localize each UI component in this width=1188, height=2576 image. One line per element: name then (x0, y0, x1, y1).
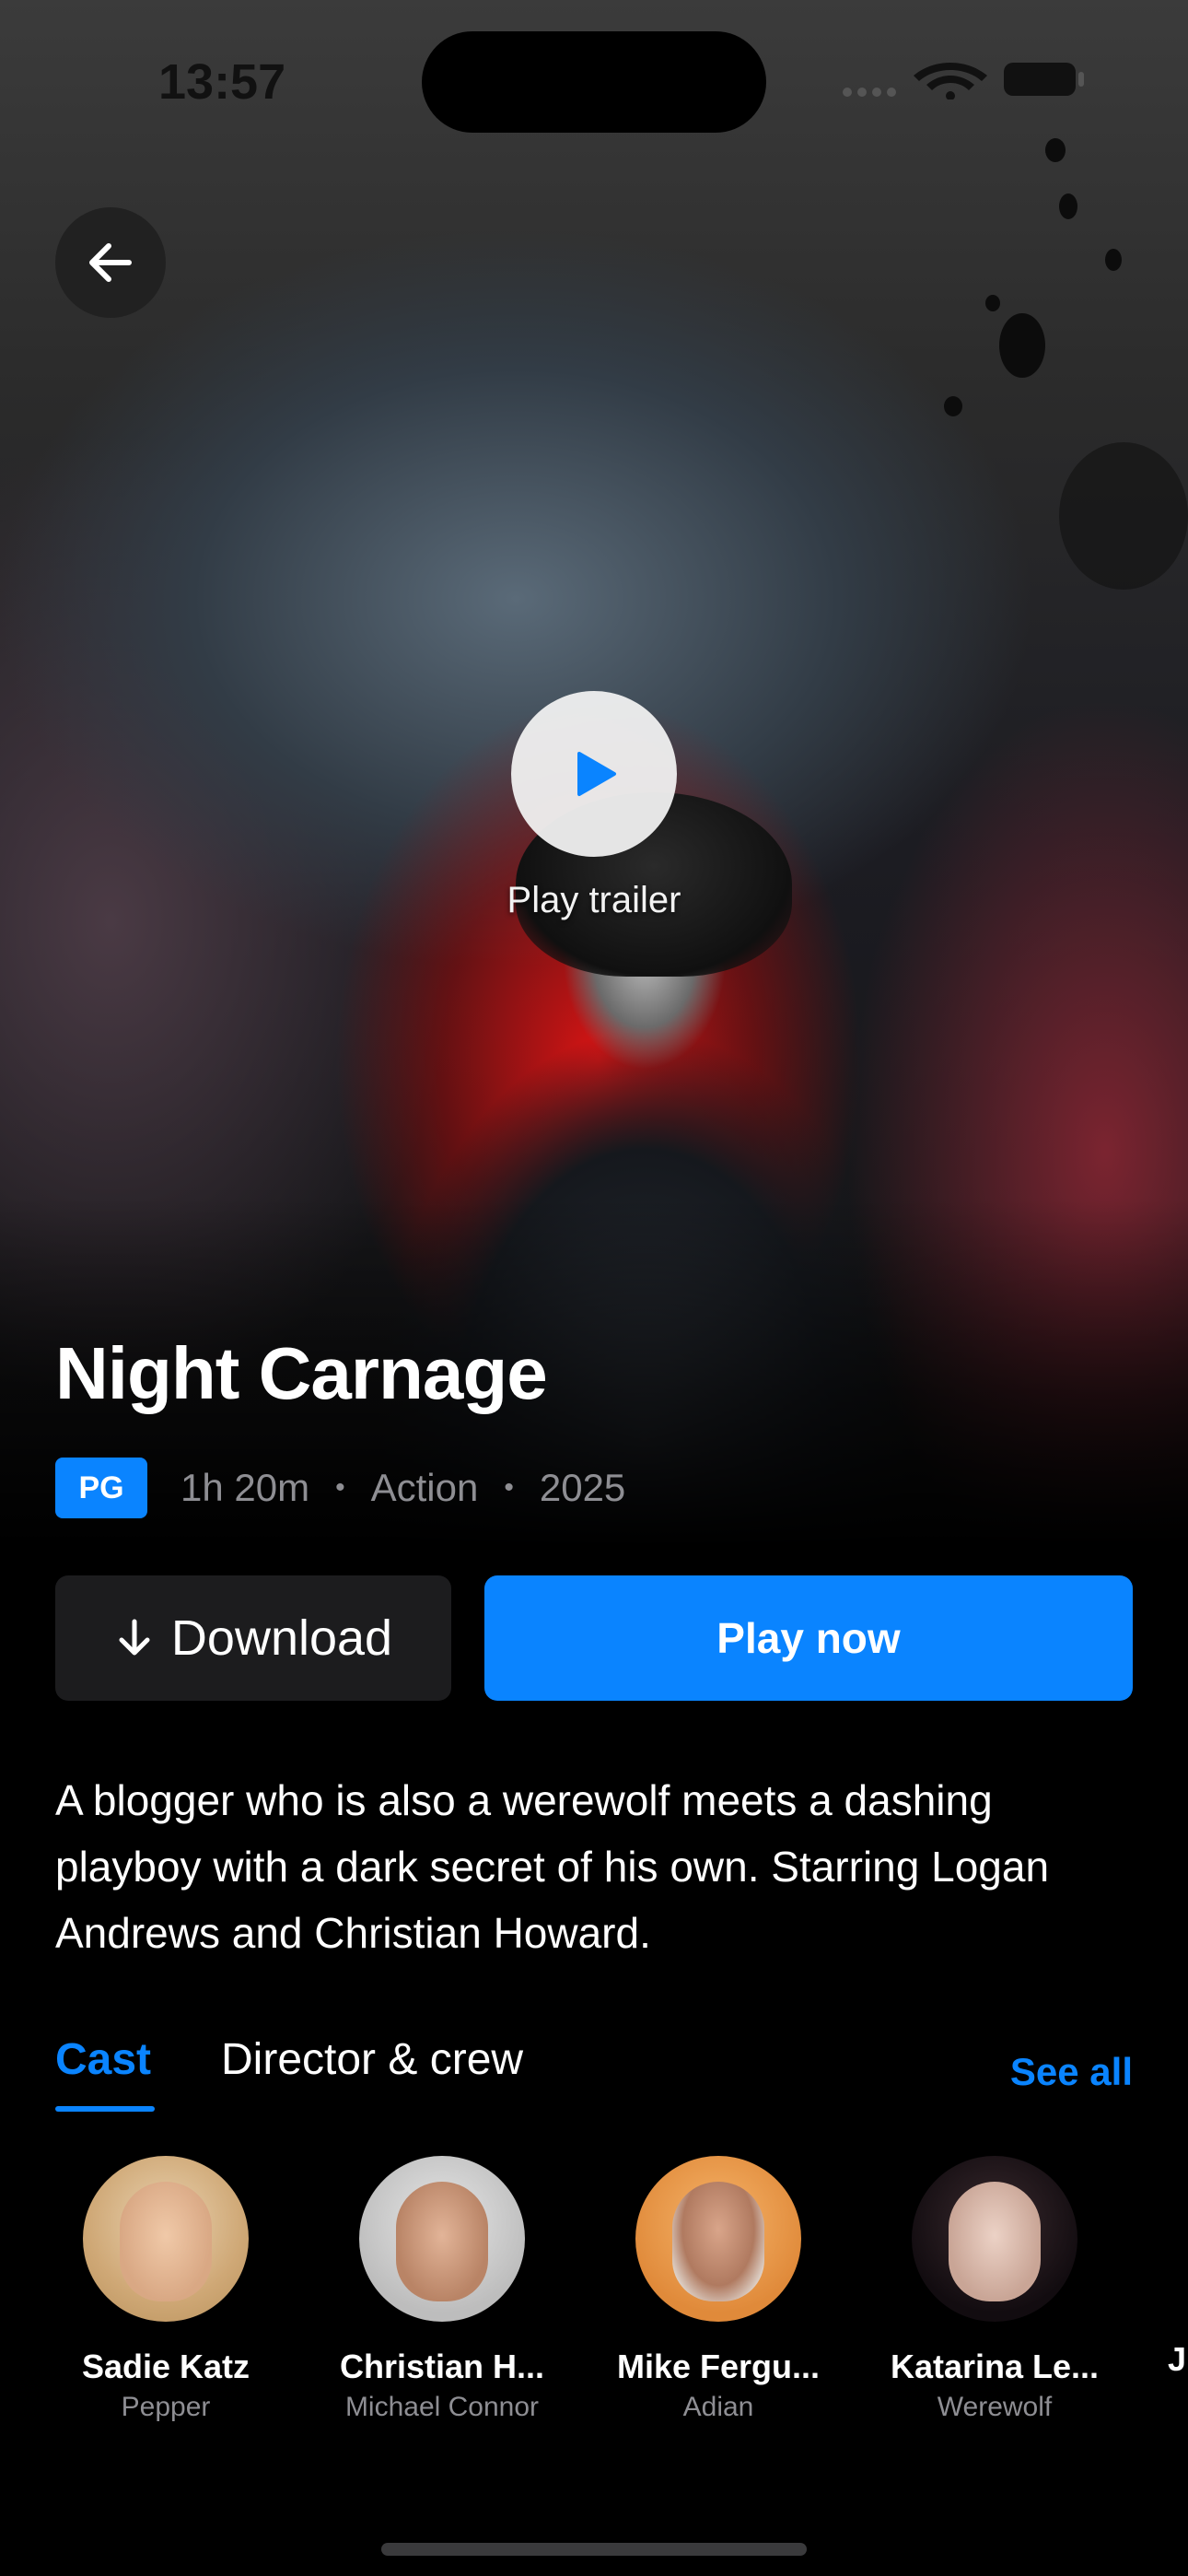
tab-director-crew[interactable]: Director & crew (221, 2034, 523, 2085)
wifi-icon (914, 63, 987, 100)
home-indicator[interactable] (381, 2543, 807, 2556)
avatar (635, 2156, 801, 2322)
year: 2025 (539, 1466, 626, 1509)
movie-description: A blogger who is also a werewolf meets a… (55, 1776, 1050, 1957)
back-button[interactable] (55, 207, 166, 318)
status-time: 13:57 (158, 54, 286, 110)
avatar-face (672, 2182, 764, 2301)
cast-name: Sadie Katz (81, 2348, 250, 2385)
avatar-face (120, 2182, 212, 2301)
cast-name: Katarina Le... (890, 2348, 1100, 2385)
cast-name: Mike Fergu... (616, 2348, 821, 2385)
battery-icon (1004, 63, 1084, 96)
ink-splash (1059, 193, 1077, 219)
cast-member[interactable]: Mike Fergu... Adian (608, 2156, 829, 2423)
tab-cast[interactable]: Cast (55, 2034, 151, 2085)
download-arrow-icon (119, 1619, 150, 1656)
download-button[interactable]: Download (55, 1575, 451, 1701)
ink-splash (944, 396, 962, 416)
avatar (912, 2156, 1077, 2322)
see-all-link[interactable]: See all (1010, 2050, 1133, 2094)
dynamic-island (422, 31, 766, 133)
ink-splash (1045, 138, 1066, 162)
status-icons (843, 63, 1084, 100)
cast-role: Pepper (121, 2392, 211, 2422)
arrow-left-icon (89, 243, 132, 282)
cast-list: Sadie Katz Pepper Christian H... Michael… (55, 2156, 1188, 2432)
play-trailer-label: Play trailer (507, 880, 681, 920)
movie-meta: PG 1h 20m • Action • 2025 (55, 1458, 625, 1518)
cast-member[interactable]: Sadie Katz Pepper (55, 2156, 276, 2423)
separator-dot: • (504, 1472, 514, 1503)
play-now-button[interactable]: Play now (484, 1575, 1133, 1701)
avatar (359, 2156, 525, 2322)
cast-member[interactable]: Christian H... Michael Connor (332, 2156, 553, 2423)
genre: Action (370, 1466, 479, 1509)
ink-splash (985, 295, 1000, 311)
play-now-label: Play now (716, 1614, 901, 1662)
ink-splash (1059, 442, 1188, 590)
cast-role: Michael Connor (344, 2392, 540, 2422)
cast-peek-name: J (1168, 2340, 1187, 2378)
ink-splash (1105, 249, 1122, 271)
play-icon (577, 752, 616, 796)
cast-member[interactable]: Katarina Le... Werewolf (884, 2156, 1105, 2423)
avatar-face (949, 2182, 1041, 2301)
tab-active-indicator (55, 2106, 155, 2112)
ink-splash (999, 313, 1045, 378)
separator-dot: • (335, 1472, 345, 1503)
cast-name: Christian H... (339, 2348, 545, 2385)
movie-title: Night Carnage (55, 1332, 548, 1414)
avatar (83, 2156, 249, 2322)
cast-role: Werewolf (937, 2392, 1053, 2422)
signal-icon (843, 88, 896, 97)
avatar-face (396, 2182, 488, 2301)
download-label: Download (170, 1610, 393, 1666)
play-trailer-button[interactable] (511, 691, 677, 857)
cast-role: Adian (682, 2392, 754, 2422)
rating-badge: PG (55, 1458, 147, 1518)
duration: 1h 20m (181, 1466, 310, 1509)
